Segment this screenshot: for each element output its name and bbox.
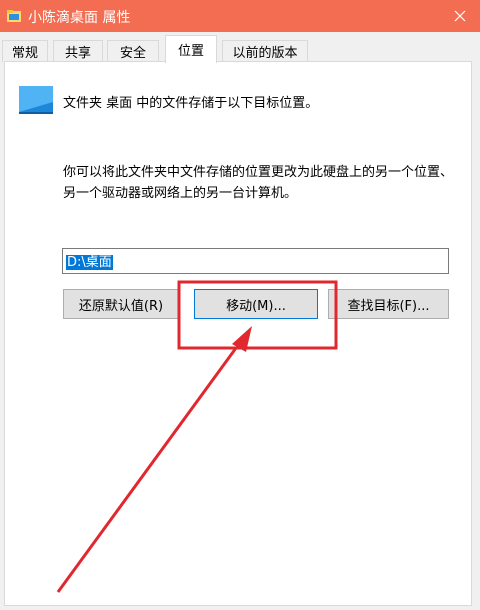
- tab-security[interactable]: 安全: [107, 40, 159, 62]
- tab-previous-versions[interactable]: 以前的版本: [222, 40, 308, 62]
- close-icon: [454, 10, 466, 22]
- window-title: 小陈滴桌面 属性: [28, 10, 131, 26]
- title-bar: 小陈滴桌面 属性: [0, 0, 480, 32]
- tab-location[interactable]: 位置: [165, 35, 217, 63]
- tab-strip: 常规 共享 安全 位置 以前的版本: [0, 32, 480, 63]
- location-description: 你可以将此文件夹中文件存储的位置更改为此硬盘上的另一个位置、另一个驱动器或网络上…: [63, 165, 454, 201]
- folder-icon: [7, 10, 21, 22]
- path-value: D:\桌面: [66, 255, 113, 270]
- location-panel: 文件夹 桌面 中的文件存储于以下目标位置。 你可以将此文件夹中文件存储的位置更改…: [4, 61, 472, 606]
- close-button[interactable]: [440, 0, 480, 32]
- location-info-text: 文件夹 桌面 中的文件存储于以下目标位置。: [63, 96, 319, 111]
- properties-window: 小陈滴桌面 属性 常规 共享 安全 位置 以前的版本 文件夹 桌面 中的文件存储…: [0, 0, 480, 610]
- find-target-button[interactable]: 查找目标(F)...: [328, 289, 449, 319]
- tab-sharing[interactable]: 共享: [53, 40, 103, 62]
- tab-general[interactable]: 常规: [2, 40, 48, 62]
- path-input[interactable]: D:\桌面: [62, 248, 449, 274]
- restore-default-button[interactable]: 还原默认值(R): [63, 289, 179, 319]
- move-button[interactable]: 移动(M)...: [194, 289, 318, 319]
- desktop-folder-icon: [19, 86, 53, 114]
